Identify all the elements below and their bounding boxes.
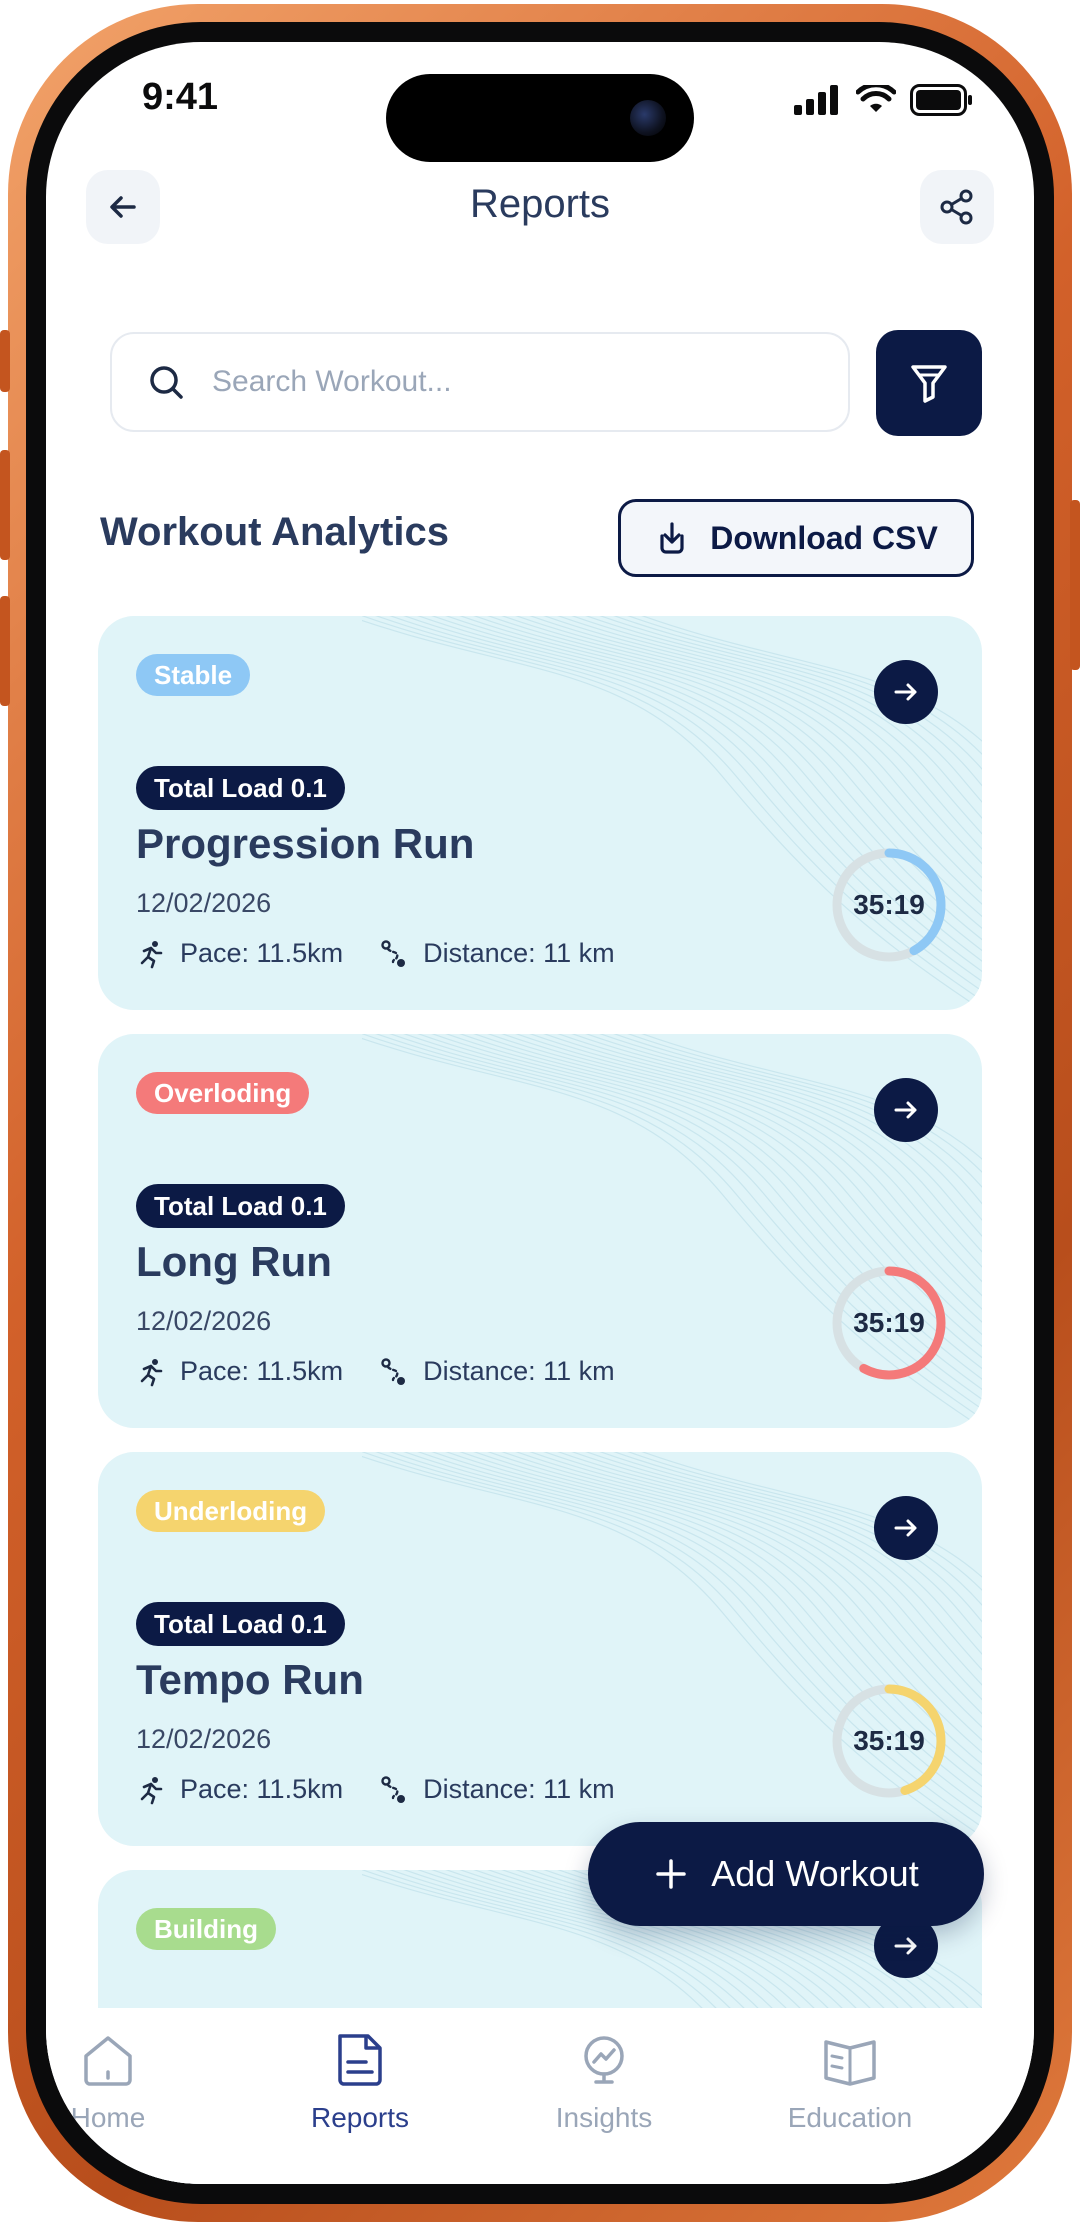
tab-home[interactable]: Home	[46, 2028, 208, 2134]
education-icon	[824, 2040, 876, 2086]
workout-card[interactable]: Overloding Total Load 0.1 Long Run 12/02…	[98, 1034, 982, 1428]
volume-down-button	[0, 596, 10, 706]
arrow-right-icon	[894, 683, 917, 701]
workout-title: Tempo Run	[136, 1656, 364, 1703]
distance-label: Distance: 11 km	[423, 938, 615, 968]
workout-title: Progression Run	[136, 820, 475, 867]
distance-label: Distance: 11 km	[423, 1356, 615, 1386]
tab-insights[interactable]: Insights	[504, 2028, 704, 2134]
route-icon	[381, 939, 406, 967]
workout-meta: Pace: 11.5km Distance: 11 km	[136, 1356, 615, 1387]
workout-date: 12/02/2026	[136, 1724, 272, 1754]
runner-icon	[140, 1358, 163, 1386]
search-box	[110, 332, 850, 432]
tab-insights-label: Insights	[555, 2102, 653, 2133]
reports-icon	[338, 2034, 382, 2086]
runner-icon	[140, 1776, 163, 1804]
status-icons	[794, 84, 974, 116]
screen: 9:41 Reports Workout Analytics Download …	[46, 42, 1034, 2184]
route-icon	[381, 1357, 406, 1385]
tab-education[interactable]: Education	[750, 2028, 950, 2134]
filter-button[interactable]	[876, 330, 982, 436]
duration-label: 35:19	[853, 1307, 925, 1338]
page-title: Reports	[469, 182, 611, 226]
section-title: Workout Analytics	[100, 510, 449, 554]
camera-icon	[630, 100, 666, 136]
add-workout-button[interactable]: Add Workout	[588, 1822, 984, 1926]
signal-icon	[794, 85, 838, 115]
action-button	[0, 330, 10, 392]
open-workout-button[interactable]	[874, 1496, 938, 1560]
pace-label: Pace: 11.5km	[180, 1356, 344, 1386]
route-icon	[381, 1775, 406, 1803]
download-csv-button[interactable]: Download CSV	[618, 499, 974, 577]
duration-label: 35:19	[853, 889, 925, 920]
home-icon	[84, 2036, 132, 2086]
duration-label: 35:19	[853, 1725, 925, 1756]
pace-label: Pace: 11.5km	[180, 938, 344, 968]
tab-reports-label: Reports	[310, 2102, 410, 2133]
share-button[interactable]	[920, 170, 994, 244]
battery-icon	[910, 84, 972, 116]
filter-icon	[911, 365, 947, 403]
search-input[interactable]	[210, 364, 814, 400]
arrow-right-icon	[894, 1101, 917, 1119]
workout-title: Long Run	[136, 1238, 332, 1285]
pace-label: Pace: 11.5km	[180, 1774, 344, 1804]
download-csv-label: Download CSV	[710, 519, 938, 556]
status-badge: Stable	[136, 654, 251, 696]
workout-date: 12/02/2026	[136, 888, 272, 918]
workout-card[interactable]: Underloding Total Load 0.1 Tempo Run 12/…	[98, 1452, 982, 1846]
plus-icon	[656, 1859, 687, 1889]
arrow-right-icon	[894, 1519, 917, 1537]
status-badge: Underloding	[136, 1490, 326, 1532]
workout-meta: Pace: 11.5km Distance: 11 km	[136, 1774, 615, 1805]
open-workout-button[interactable]	[874, 660, 938, 724]
status-badge: Overloding	[136, 1072, 310, 1114]
workout-meta: Pace: 11.5km Distance: 11 km	[136, 938, 615, 969]
insights-icon	[584, 2036, 624, 2084]
runner-icon	[140, 940, 163, 968]
status-badge: Building	[136, 1908, 276, 1950]
search-icon	[150, 366, 183, 399]
tab-reports[interactable]: Reports	[260, 2028, 460, 2134]
wifi-icon	[856, 85, 896, 112]
share-icon	[940, 189, 973, 225]
open-workout-button[interactable]	[874, 1078, 938, 1142]
total-load-badge: Total Load 0.1	[136, 1184, 345, 1228]
total-load-badge: Total Load 0.1	[136, 766, 345, 810]
workout-card[interactable]: Stable Total Load 0.1 Progression Run 12…	[98, 616, 982, 1010]
workout-date: 12/02/2026	[136, 1306, 272, 1336]
total-load-badge: Total Load 0.1	[136, 1602, 345, 1646]
tab-education-label: Education	[787, 2102, 913, 2133]
arrow-right-icon	[894, 1937, 917, 1955]
download-icon	[660, 522, 684, 554]
tab-bar: Home Reports Insights Education	[46, 2008, 1034, 2184]
status-time: 9:41	[142, 76, 219, 118]
dynamic-island	[386, 74, 694, 162]
distance-label: Distance: 11 km	[423, 1774, 615, 1804]
volume-up-button	[0, 450, 10, 560]
power-button	[1070, 500, 1080, 670]
tab-home-label: Home	[70, 2102, 146, 2133]
add-workout-label: Add Workout	[711, 1853, 919, 1894]
